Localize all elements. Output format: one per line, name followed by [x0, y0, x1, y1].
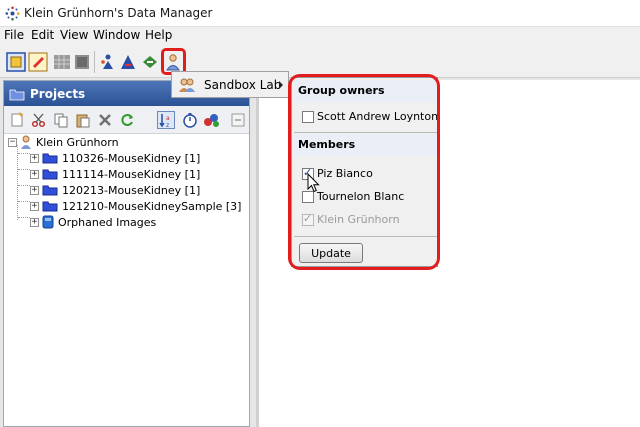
tree-item-label: 121210-MouseKidneySample [3] — [62, 199, 242, 213]
member-name: Piz Bianco — [317, 167, 373, 180]
owner-checkbox[interactable] — [302, 110, 314, 123]
member-row: Klein Grünhorn — [302, 212, 400, 226]
projects-folder-icon — [9, 89, 25, 101]
cut-button[interactable] — [30, 111, 48, 129]
tree-item[interactable]: + Orphaned Images — [30, 214, 156, 230]
expand-toggle[interactable]: + — [30, 153, 39, 163]
editor-icon — [28, 52, 48, 72]
tree-item-label: 111114-MouseKidney [1] — [62, 167, 201, 181]
table-view-button[interactable] — [72, 52, 92, 72]
svg-text:a: a — [166, 115, 170, 122]
grid-icon — [54, 55, 70, 69]
mouse-cursor-icon — [307, 173, 320, 193]
menu-window[interactable]: Window — [93, 28, 140, 42]
user-icon — [21, 135, 31, 149]
tree-item-label: 110326-MouseKidney [1] — [62, 151, 201, 165]
owner-name: Scott Andrew Loynton — [317, 110, 439, 123]
sort-button[interactable]: az — [157, 111, 175, 129]
member-name: Tournelon Blanc — [317, 190, 405, 203]
new-button[interactable] — [8, 111, 26, 129]
group-menu-label: Sandbox Lab — [204, 78, 282, 92]
group-members-popup: Group owners Scott Andrew Loynton Member… — [291, 77, 438, 267]
collapse-toggle[interactable]: − — [8, 137, 17, 147]
app-logo-icon — [5, 6, 20, 21]
tags-button[interactable] — [203, 111, 221, 129]
collapse-button[interactable] — [229, 111, 247, 129]
group-icon — [179, 78, 195, 92]
submenu-arrow-icon — [279, 81, 283, 89]
tree-item[interactable]: + 110326-MouseKidney [1] — [30, 150, 200, 166]
tree-item[interactable]: + 121210-MouseKidneySample [3] — [30, 198, 241, 214]
sort-az-icon: az — [159, 114, 170, 128]
tree-item[interactable]: + 120213-MouseKidney [1] — [30, 182, 200, 198]
refresh-button[interactable] — [118, 111, 136, 129]
table-icon — [75, 55, 89, 69]
folder-icon — [42, 153, 58, 164]
new-icon — [11, 112, 23, 127]
annotation-button[interactable] — [118, 52, 138, 72]
minimize-icon — [231, 113, 245, 127]
folder-icon — [42, 185, 58, 196]
delete-button[interactable] — [96, 111, 114, 129]
import-button[interactable] — [140, 52, 160, 72]
svg-text:z: z — [166, 122, 169, 128]
timer-button[interactable] — [181, 111, 199, 129]
tree-item[interactable]: + 111114-MouseKidney [1] — [30, 166, 200, 182]
menu-edit[interactable]: Edit — [31, 28, 54, 42]
update-button[interactable]: Update — [299, 243, 363, 263]
tree-item-label: 120213-MouseKidney [1] — [62, 183, 201, 197]
folder-icon — [42, 201, 58, 212]
orphaned-images-icon — [42, 215, 54, 229]
grid-view-button[interactable] — [52, 52, 72, 72]
member-checkbox — [302, 212, 314, 226]
expand-toggle[interactable]: + — [30, 169, 39, 179]
tree-root[interactable]: − Klein Grünhorn — [8, 134, 119, 150]
refresh-icon — [121, 114, 133, 126]
owner-row[interactable]: Scott Andrew Loynton — [302, 110, 438, 123]
group-menu-item[interactable]: Sandbox Lab — [171, 71, 289, 98]
copy-icon — [54, 113, 68, 128]
member-name: Klein Grünhorn — [317, 213, 400, 226]
annotation-icon — [121, 55, 135, 69]
members-header: Members — [294, 134, 437, 156]
users-button[interactable] — [98, 52, 118, 72]
paste-button[interactable] — [74, 111, 92, 129]
window-title: Klein Grünhorn's Data Manager — [24, 6, 213, 20]
title-bar: Klein Grünhorn's Data Manager — [0, 0, 640, 27]
paste-icon — [76, 114, 90, 128]
copy-button[interactable] — [52, 111, 70, 129]
menu-file[interactable]: File — [4, 28, 24, 42]
import-icon — [143, 56, 157, 68]
delete-icon — [99, 114, 111, 126]
editor-button[interactable] — [28, 52, 48, 72]
projects-panel: Projects az − Klein Grünhorn + 110326-Mo… — [3, 80, 250, 427]
expand-toggle[interactable]: + — [30, 201, 39, 211]
menu-help[interactable]: Help — [145, 28, 172, 42]
group-owners-header: Group owners — [294, 80, 437, 102]
expand-toggle[interactable]: + — [30, 217, 39, 227]
stopwatch-icon — [183, 113, 197, 128]
tree-root-label: Klein Grünhorn — [36, 135, 119, 149]
data-manager-icon — [6, 52, 26, 72]
menu-view[interactable]: View — [60, 28, 88, 42]
main-toolbar — [0, 45, 640, 78]
people-icon — [101, 54, 113, 69]
tree-item-label: Orphaned Images — [58, 215, 157, 229]
data-manager-button[interactable] — [6, 52, 26, 72]
projects-toolbar: az — [4, 106, 249, 134]
folder-icon — [42, 169, 58, 180]
expand-toggle[interactable]: + — [30, 185, 39, 195]
tags-icon — [204, 114, 219, 127]
menu-bar: File Edit View Window Help — [0, 27, 640, 45]
scissors-icon — [31, 113, 46, 128]
projects-panel-title: Projects — [30, 87, 86, 101]
